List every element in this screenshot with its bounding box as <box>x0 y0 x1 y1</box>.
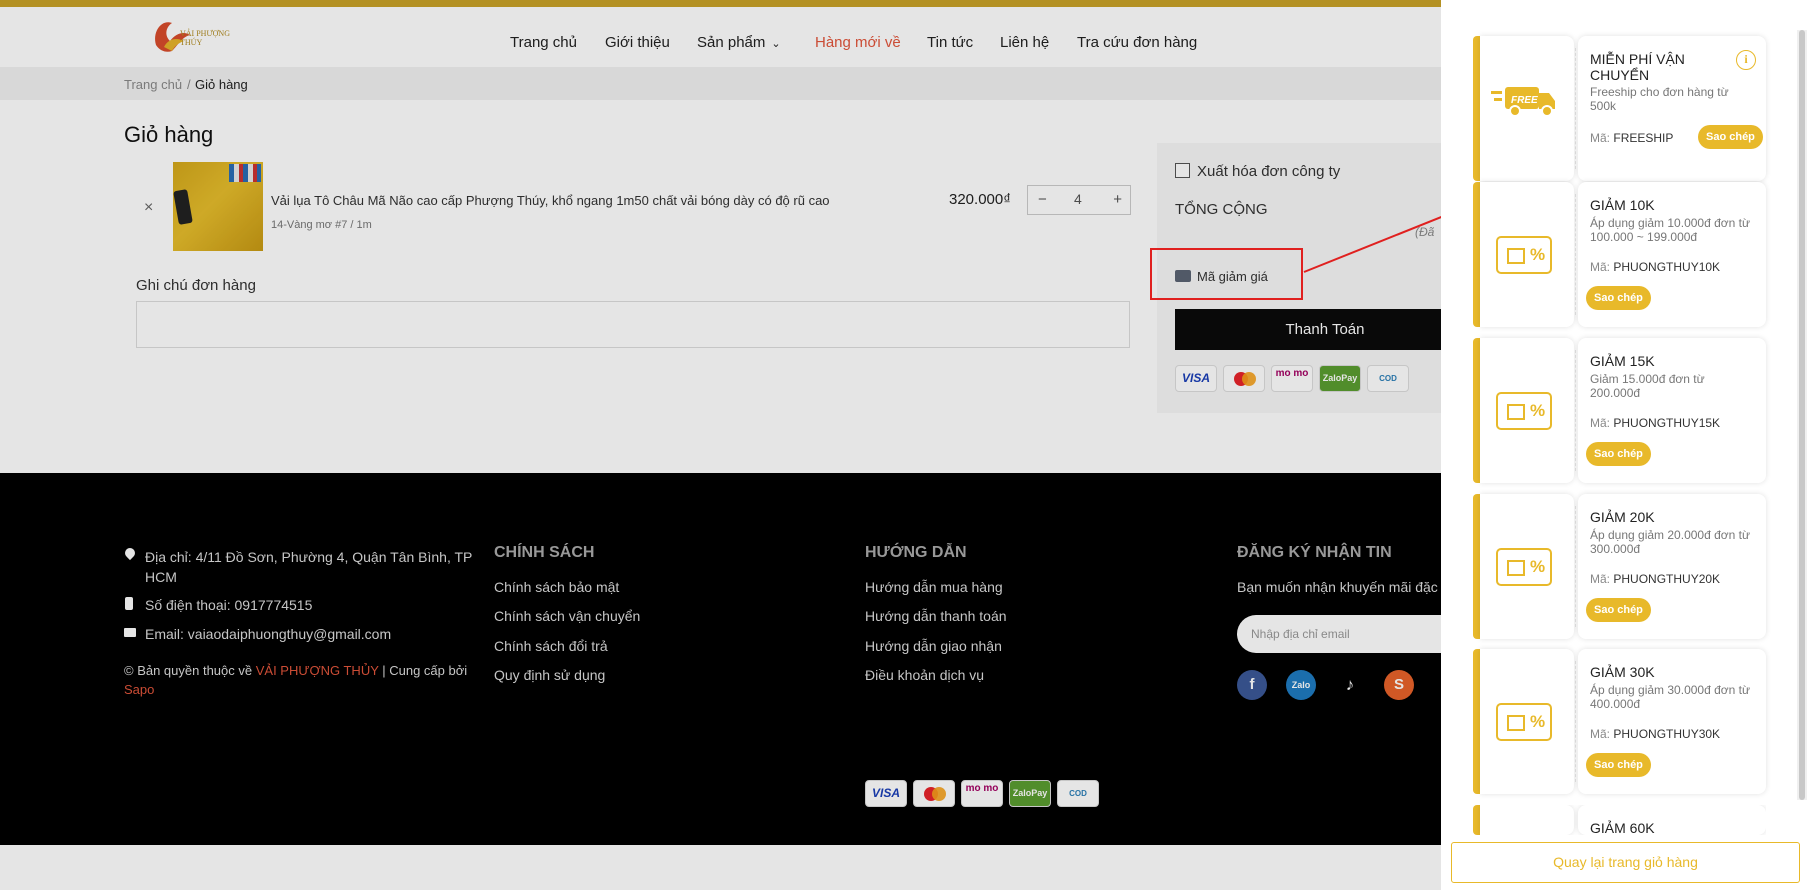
coupon-code-value: PHUONGTHUY20K <box>1613 572 1721 586</box>
coupon-code-label: Mã: <box>1590 260 1611 274</box>
copy-coupon-button[interactable]: Sao chép <box>1698 125 1763 149</box>
gift-percent-icon: % <box>1496 236 1552 274</box>
coupon-description: Áp dụng giảm 20.000đ đơn từ 300.000đ <box>1590 528 1751 556</box>
info-icon[interactable]: i <box>1736 50 1756 70</box>
drawer-scrollbar[interactable] <box>1797 30 1807 800</box>
drawer-scrollbar-thumb[interactable] <box>1799 30 1805 800</box>
coupon-details: GIẢM 60K <box>1578 805 1766 835</box>
coupon-code-value: PHUONGTHUY30K <box>1613 727 1721 741</box>
coupon-drawer: FREE MIỄN PHÍ VẬN CHUYỂN i Freeship cho … <box>1441 0 1811 890</box>
coupon-details: GIẢM 30K Áp dụng giảm 30.000đ đơn từ 400… <box>1578 649 1766 794</box>
gift-percent-icon: % <box>1496 392 1552 430</box>
coupon-title: GIẢM 30K <box>1590 664 1655 680</box>
coupon-description: Áp dụng giảm 30.000đ đơn từ 400.000đ <box>1590 683 1751 711</box>
coupon-card: FREE MIỄN PHÍ VẬN CHUYỂN i Freeship cho … <box>1473 36 1766 181</box>
coupon-code-label: Mã: <box>1590 416 1611 430</box>
coupon-details: GIẢM 20K Áp dụng giảm 20.000đ đơn từ 300… <box>1578 494 1766 639</box>
back-to-cart-button[interactable]: Quay lại trang giỏ hàng <box>1451 842 1800 883</box>
coupon-title: GIẢM 10K <box>1590 197 1655 213</box>
coupon-description: Áp dụng giảm 10.000đ đơn từ 100.000 ~ 19… <box>1590 216 1751 244</box>
coupon-code: Mã: PHUONGTHUY15K <box>1590 416 1720 430</box>
coupon-details: MIỄN PHÍ VẬN CHUYỂN i Freeship cho đơn h… <box>1578 36 1766 181</box>
coupon-code-value: PHUONGTHUY10K <box>1613 260 1721 274</box>
coupon-title: GIẢM 60K <box>1590 820 1655 835</box>
coupon-code: Mã: PHUONGTHUY10K <box>1590 260 1720 274</box>
coupon-code: Mã: PHUONGTHUY30K <box>1590 727 1720 741</box>
coupon-code-value: PHUONGTHUY15K <box>1613 416 1721 430</box>
coupon-icon-panel <box>1480 805 1574 835</box>
gift-percent-icon: % <box>1496 703 1552 741</box>
copy-coupon-button[interactable]: Sao chép <box>1586 442 1651 466</box>
coupon-code: Mã: PHUONGTHUY20K <box>1590 572 1720 586</box>
gift-percent-icon: % <box>1496 548 1552 586</box>
coupon-code-label: Mã: <box>1590 727 1611 741</box>
coupon-card: % GIẢM 10K Áp dụng giảm 10.000đ đơn từ 1… <box>1473 182 1766 327</box>
coupon-card: % GIẢM 20K Áp dụng giảm 20.000đ đơn từ 3… <box>1473 494 1766 639</box>
coupon-details: GIẢM 10K Áp dụng giảm 10.000đ đơn từ 100… <box>1578 182 1766 327</box>
coupon-card: GIẢM 60K <box>1473 805 1766 835</box>
svg-text:FREE: FREE <box>1511 95 1538 106</box>
coupon-code-value: FREESHIP <box>1613 131 1674 145</box>
copy-coupon-button[interactable]: Sao chép <box>1586 753 1651 777</box>
coupon-card: % GIẢM 15K Giảm 15.000đ đơn từ 200.000đ … <box>1473 338 1766 483</box>
coupon-description: Freeship cho đơn hàng từ 500k <box>1590 85 1729 113</box>
copy-coupon-button[interactable]: Sao chép <box>1586 598 1651 622</box>
coupon-card: % GIẢM 30K Áp dụng giảm 30.000đ đơn từ 4… <box>1473 649 1766 794</box>
coupon-code-label: Mã: <box>1590 572 1611 586</box>
coupon-details: GIẢM 15K Giảm 15.000đ đơn từ 200.000đ Mã… <box>1578 338 1766 483</box>
coupon-code: Mã: FREESHIP <box>1590 131 1673 145</box>
coupon-description: Giảm 15.000đ đơn từ 200.000đ <box>1590 372 1705 400</box>
coupon-title: MIỄN PHÍ VẬN CHUYỂN <box>1590 51 1685 83</box>
coupon-code-label: Mã: <box>1590 131 1611 145</box>
coupon-title: GIẢM 20K <box>1590 509 1655 525</box>
free-shipping-truck-icon: FREE <box>1491 87 1555 117</box>
copy-coupon-button[interactable]: Sao chép <box>1586 286 1651 310</box>
coupon-title: GIẢM 15K <box>1590 353 1655 369</box>
